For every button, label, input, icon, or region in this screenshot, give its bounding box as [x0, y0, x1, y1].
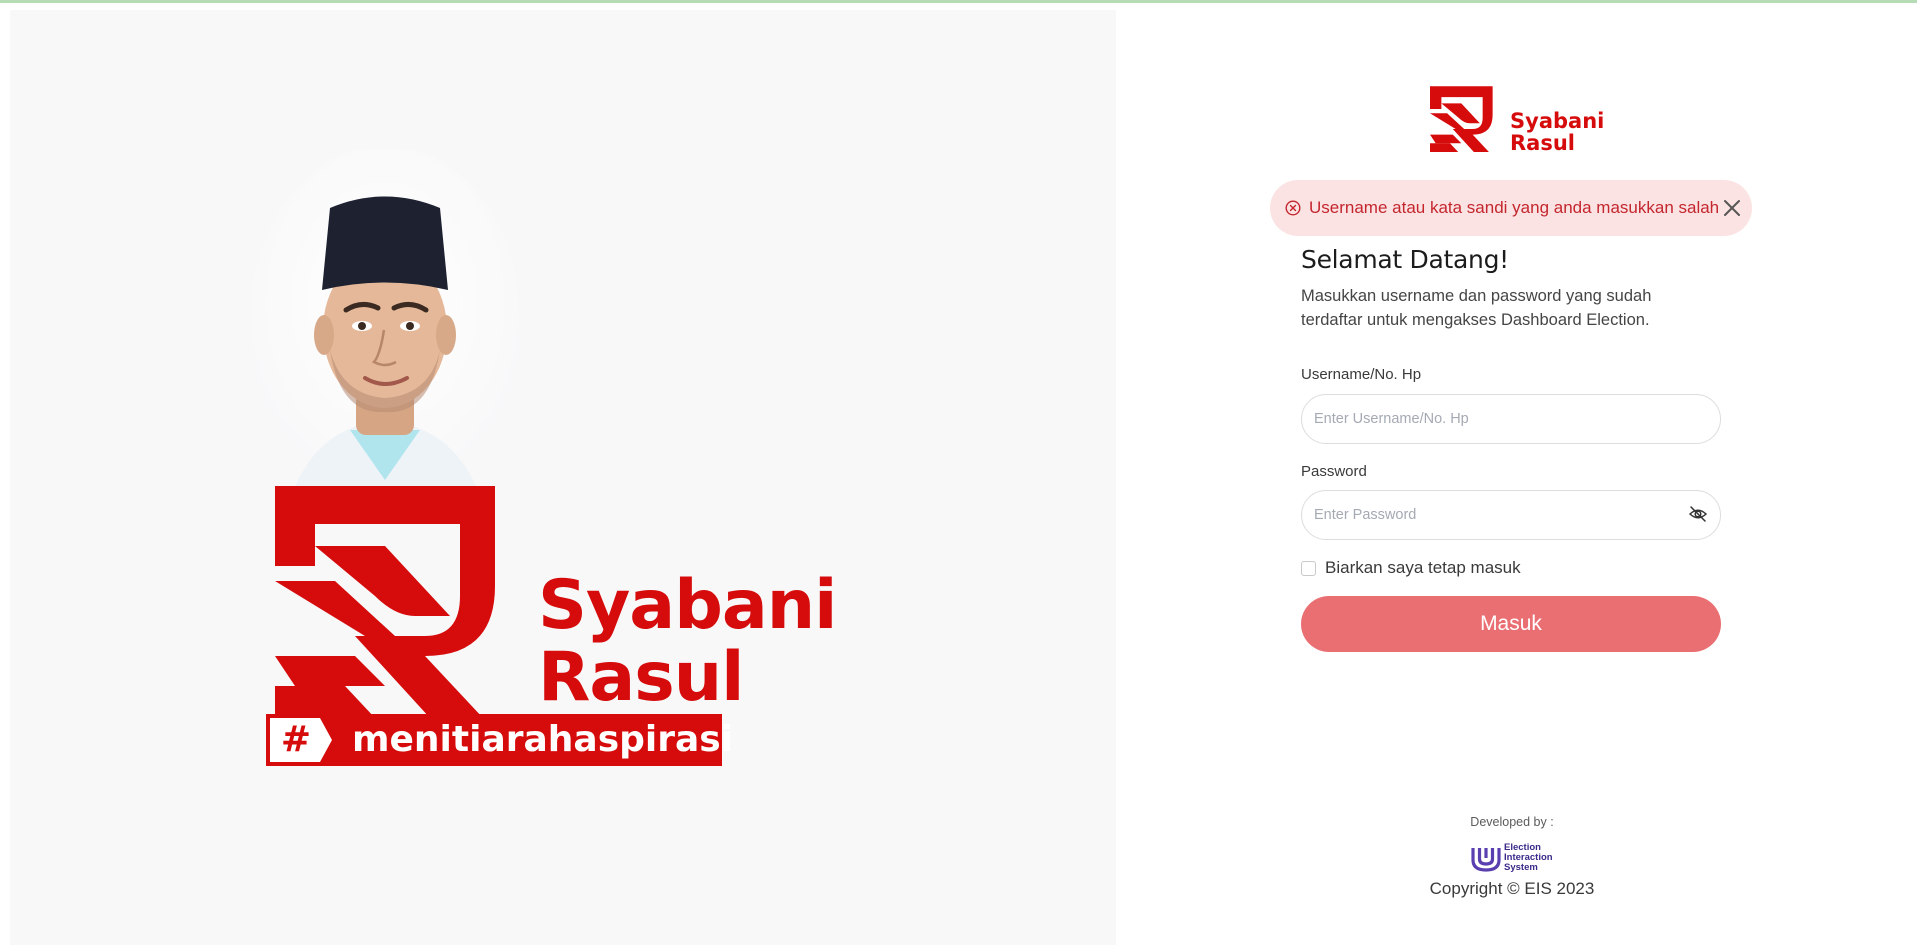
sr-monogram-logo [275, 486, 495, 716]
eis-logo: Election Interaction System [1469, 842, 1559, 874]
username-input[interactable] [1301, 394, 1721, 444]
remember-me-label: Biarkan saya tetap masuk [1325, 558, 1521, 577]
welcome-description: Masukkan username dan password yang suda… [1301, 287, 1652, 329]
hashtag-label: menitiarahaspirasi [352, 719, 734, 760]
close-icon[interactable] [1722, 198, 1742, 218]
brand-name-line1: Syabani [1510, 109, 1605, 133]
copyright-text: Copyright © EIS 2023 [1429, 879, 1595, 898]
top-border [0, 0, 1917, 3]
remember-me-checkbox[interactable] [1301, 560, 1316, 576]
eye-off-icon[interactable] [1688, 504, 1708, 524]
remember-me[interactable]: Biarkan saya tetap masuk [1301, 557, 1521, 579]
username-label: Username/No. Hp [1301, 366, 1422, 383]
brand-name-line2: Rasul [1510, 131, 1575, 155]
candidate-portrait [250, 150, 520, 500]
login-button[interactable]: Masuk [1301, 596, 1721, 652]
hero-banner: Syabani Rasul # menitiarahaspirasi [10, 10, 1116, 945]
error-alert-message: Username atau kata sandi yang anda masuk… [1309, 198, 1720, 217]
sr-monogram-icon [1430, 86, 1493, 152]
hero-name-line1: Syabani [538, 566, 837, 645]
welcome-title: Selamat Datang! [1301, 245, 1509, 274]
password-input[interactable] [1301, 490, 1721, 540]
hash-symbol: # [280, 719, 312, 760]
hero-name-line2: Rasul [538, 638, 744, 717]
hero-panel: Syabani Rasul # menitiarahaspirasi [10, 10, 1116, 945]
eis-logo-line3: System [1504, 862, 1538, 873]
eis-logo-icon [1471, 848, 1501, 872]
error-alert: Username atau kata sandi yang anda masuk… [1270, 180, 1752, 236]
developed-by-label: Developed by : [1470, 815, 1554, 829]
eis-logo-text: Election Interaction System [1504, 843, 1553, 873]
brand-logo: Syabani Rasul [1430, 86, 1604, 154]
error-circle-icon [1285, 200, 1301, 216]
brand-name: Syabani Rasul [1510, 110, 1604, 154]
hashtag-banner: # menitiarahaspirasi [266, 714, 733, 766]
password-label: Password [1301, 463, 1367, 480]
